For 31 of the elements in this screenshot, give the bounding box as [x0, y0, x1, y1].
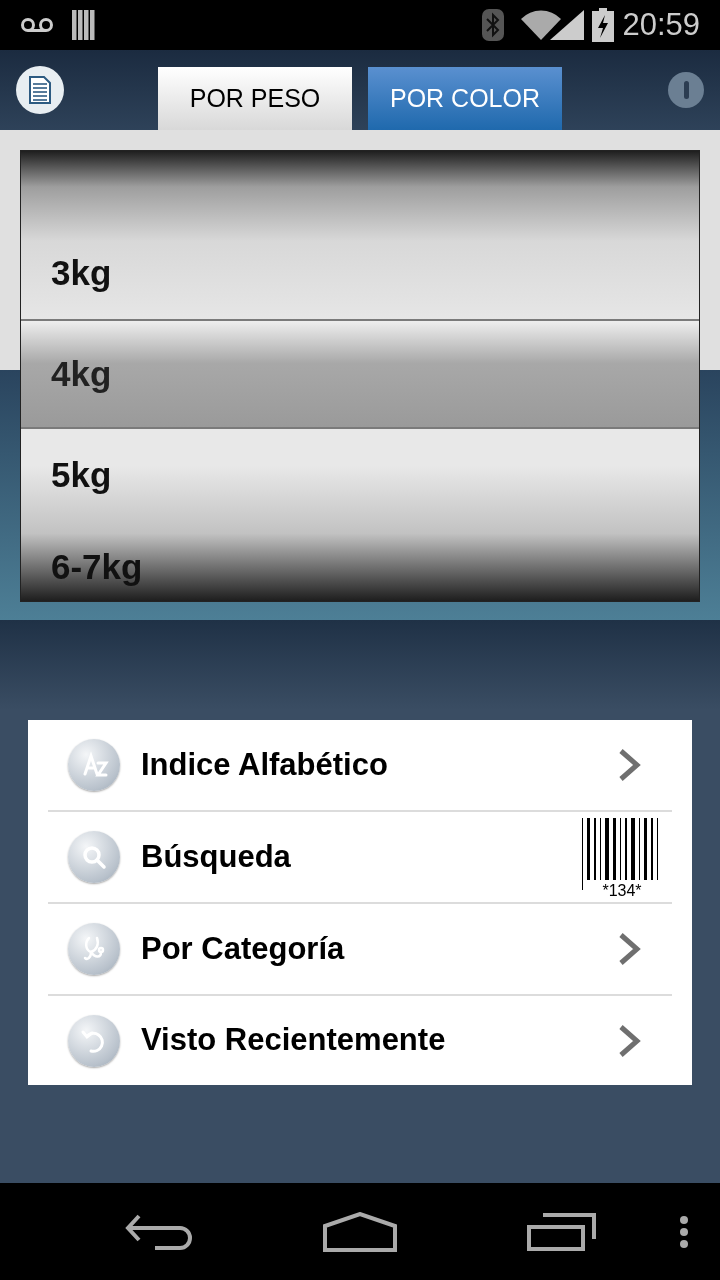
sim-bars-icon — [72, 10, 96, 40]
menu-label: Indice Alfabético — [141, 745, 389, 784]
picker-item[interactable]: 3kg — [21, 227, 699, 319]
more-options-icon[interactable] — [679, 1215, 689, 1248]
signal-icon — [550, 10, 585, 40]
menu-label: Búsqueda — [141, 837, 292, 876]
search-icon — [68, 831, 120, 883]
menu-item[interactable]: Por Categoría — [48, 904, 672, 996]
clock-time: 20:59 — [622, 5, 700, 44]
voicemail-icon — [20, 17, 54, 33]
menu-item[interactable]: Búsqueda *134* — [48, 812, 672, 904]
menu-label: Visto Recientemente — [141, 1021, 447, 1060]
tab[interactable]: POR COLOR — [368, 67, 562, 130]
menu-label: Por Categoría — [141, 929, 346, 968]
battery-charging-icon — [592, 8, 615, 42]
back-icon[interactable] — [125, 1213, 193, 1250]
recent-apps-icon[interactable] — [527, 1212, 597, 1251]
info-icon[interactable] — [668, 72, 704, 108]
menu-item[interactable]: Indice Alfabético — [48, 720, 672, 812]
picker-item[interactable]: 5kg — [21, 429, 699, 521]
menu-item[interactable]: Visto Recientemente — [48, 996, 672, 1085]
document-button[interactable] — [16, 66, 64, 114]
document-icon — [29, 76, 51, 104]
home-icon[interactable] — [323, 1211, 397, 1252]
bluetooth-icon — [482, 9, 505, 41]
stethoscope-icon — [68, 923, 120, 975]
wifi-icon — [520, 10, 563, 40]
picker-item[interactable]: 4kg — [21, 319, 699, 429]
weight-picker[interactable]: 3kg 4kg 5kg 6-7kg — [20, 150, 700, 602]
tab[interactable]: POR PESO — [158, 67, 352, 130]
az-icon — [68, 739, 120, 791]
